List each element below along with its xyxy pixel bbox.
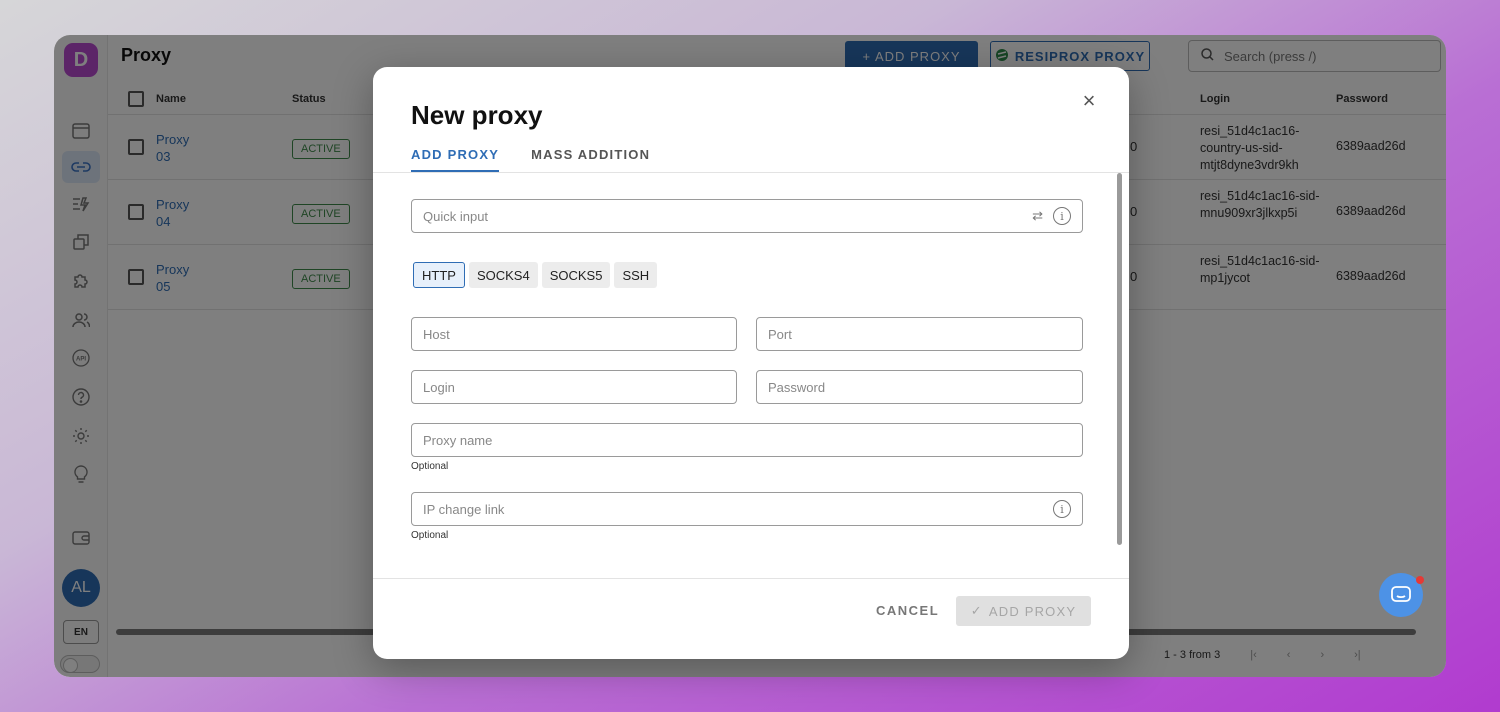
quick-input[interactable] (423, 208, 1033, 224)
info-icon[interactable]: i (1053, 500, 1071, 518)
port-input[interactable] (768, 326, 1071, 342)
ip-change-link-field[interactable]: i (411, 492, 1083, 526)
info-icon[interactable]: i (1053, 207, 1071, 225)
password-input[interactable] (768, 379, 1071, 395)
host-input[interactable] (423, 326, 725, 342)
protocol-selector: HTTP SOCKS4 SOCKS5 SSH (413, 262, 658, 288)
login-input[interactable] (423, 379, 725, 395)
proxy-name-helper: Optional (411, 461, 449, 472)
dialog-title: New proxy (411, 100, 543, 130)
protocol-ssh[interactable]: SSH (614, 262, 658, 288)
ip-change-link-helper: Optional (411, 530, 449, 541)
tab-add-proxy[interactable]: ADD PROXY (411, 147, 500, 172)
check-icon: ✓ (970, 603, 983, 618)
proxy-name-input[interactable] (423, 432, 1071, 448)
submit-label: ADD PROXY (988, 603, 1077, 619)
quick-input-field[interactable]: ⇄ i (411, 199, 1083, 233)
close-icon[interactable]: × (1079, 90, 1099, 112)
login-field[interactable] (411, 370, 737, 404)
footer-divider (373, 578, 1129, 579)
ip-change-link-input[interactable] (423, 501, 1053, 517)
protocol-http[interactable]: HTTP (413, 262, 465, 288)
proxy-name-field[interactable] (411, 423, 1083, 457)
new-proxy-dialog: New proxy × ADD PROXY MASS ADDITION ⇄ i … (373, 67, 1129, 659)
tabs-divider (373, 172, 1129, 173)
vertical-scrollbar[interactable] (1117, 173, 1122, 545)
tab-mass-addition[interactable]: MASS ADDITION (531, 147, 650, 172)
chat-unread-dot (1416, 576, 1424, 584)
cancel-button[interactable]: CANCEL (876, 603, 939, 618)
password-field[interactable] (756, 370, 1083, 404)
protocol-socks5[interactable]: SOCKS5 (541, 262, 611, 288)
host-field[interactable] (411, 317, 737, 351)
add-proxy-submit-button[interactable]: ✓ ADD PROXY (956, 596, 1091, 626)
swap-icon[interactable]: ⇄ (1032, 208, 1043, 224)
dialog-tabs: ADD PROXY MASS ADDITION (411, 147, 650, 172)
port-field[interactable] (756, 317, 1083, 351)
protocol-socks4[interactable]: SOCKS4 (468, 262, 538, 288)
